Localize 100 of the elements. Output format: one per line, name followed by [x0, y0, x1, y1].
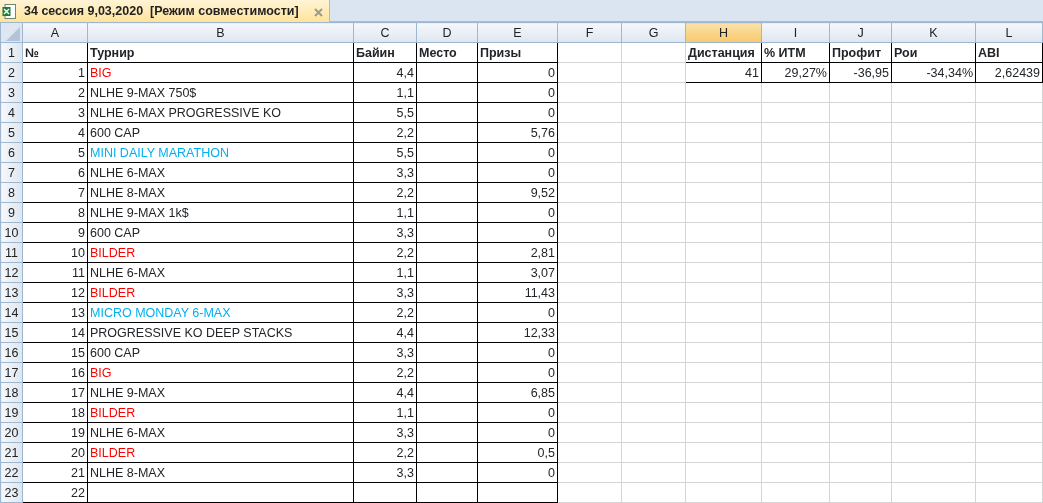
table-cell: 3,07: [477, 262, 558, 283]
row-header[interactable]: 2: [0, 62, 23, 83]
table-cell: 20: [22, 442, 88, 463]
table-cell: 3,3: [353, 282, 417, 303]
table-cell: 0,5: [477, 442, 558, 463]
table-cell: -36,95: [829, 62, 892, 83]
table-cell: 10: [22, 242, 88, 263]
column-header[interactable]: J: [829, 22, 892, 43]
row-header[interactable]: 11: [0, 242, 23, 263]
table-cell: 1,1: [353, 82, 417, 103]
table-cell: 3,3: [353, 222, 417, 243]
table-cell: -34,34%: [891, 62, 976, 83]
table-cell: BILDER: [87, 242, 354, 263]
table-cell: 19: [22, 422, 88, 443]
row-header[interactable]: 1: [0, 42, 23, 63]
row-header[interactable]: 13: [0, 282, 23, 303]
table-cell: Место: [416, 42, 478, 63]
row-header[interactable]: 3: [0, 82, 23, 103]
row-header[interactable]: 7: [0, 162, 23, 183]
column-header[interactable]: G: [621, 22, 686, 43]
table-cell: NLHE 9-MAX 1k$: [87, 202, 354, 223]
row-header[interactable]: 22: [0, 462, 23, 483]
table-cell: 3: [22, 102, 88, 123]
table-cell: NLHE 8-MAX: [87, 182, 354, 203]
table-cell: 12: [22, 282, 88, 303]
table-cell: №: [22, 42, 88, 63]
table-cell: 15: [22, 342, 88, 363]
table-cell: Призы: [477, 42, 558, 63]
row-header[interactable]: 20: [0, 422, 23, 443]
table-cell: ABI: [975, 42, 1043, 63]
table-cell: Рои: [891, 42, 976, 63]
table-cell: NLHE 8-MAX: [87, 462, 354, 483]
table-cell: 17: [22, 382, 88, 403]
column-header[interactable]: F: [557, 22, 622, 43]
table-cell: 4,4: [353, 382, 417, 403]
row-header[interactable]: 4: [0, 102, 23, 123]
column-header[interactable]: I: [761, 22, 830, 43]
table-cell: 29,27%: [761, 62, 830, 83]
table-cell: 1: [22, 62, 88, 83]
table-cell: 3,3: [353, 422, 417, 443]
column-header[interactable]: H: [685, 22, 762, 43]
table-cell: 0: [477, 422, 558, 443]
column-header[interactable]: D: [416, 22, 478, 43]
table-cell: Профит: [829, 42, 892, 63]
row-header[interactable]: 19: [0, 402, 23, 423]
column-header[interactable]: A: [22, 22, 88, 43]
row-header[interactable]: 21: [0, 442, 23, 463]
table-cell: 2,81: [477, 242, 558, 263]
table-cell: PROGRESSIVE KO DEEP STACKS: [87, 322, 354, 343]
column-header[interactable]: K: [891, 22, 976, 43]
row-header[interactable]: 5: [0, 122, 23, 143]
table-cell: 0: [477, 362, 558, 383]
column-header[interactable]: E: [477, 22, 558, 43]
table-cell: Байин: [353, 42, 417, 63]
table-cell: 2,2: [353, 242, 417, 263]
table-cell: NLHE 9-MAX 750$: [87, 82, 354, 103]
table-cell: NLHE 6-MAX: [87, 262, 354, 283]
table-cell: 600 CAP: [87, 222, 354, 243]
table-cell: 0: [477, 462, 558, 483]
row-header[interactable]: 6: [0, 142, 23, 163]
column-header[interactable]: L: [975, 22, 1043, 43]
column-header[interactable]: C: [353, 22, 417, 43]
table-cell: 8: [22, 202, 88, 223]
table-cell: NLHE 6-MAX: [87, 422, 354, 443]
table-cell: 5,5: [353, 102, 417, 123]
table-cell: BIG: [87, 62, 354, 83]
row-header[interactable]: 18: [0, 382, 23, 403]
table-cell: 16: [22, 362, 88, 383]
table-cell: 5,76: [477, 122, 558, 143]
table-cell: 0: [477, 162, 558, 183]
table-cell: BILDER: [87, 442, 354, 463]
table-cell: % ИТМ: [761, 42, 830, 63]
spreadsheet-icon: [2, 3, 16, 19]
table-cell: BILDER: [87, 402, 354, 423]
select-all-icon[interactable]: [6, 26, 20, 41]
table-cell: 3,3: [353, 342, 417, 363]
table-cell: 22: [22, 482, 88, 503]
row-header[interactable]: 8: [0, 182, 23, 203]
table-cell: 1,1: [353, 262, 417, 283]
table-cell: 14: [22, 322, 88, 343]
row-header[interactable]: 14: [0, 302, 23, 323]
table-cell: 41: [685, 62, 762, 83]
table-cell: NLHE 9-MAX: [87, 382, 354, 403]
table-cell: 5,5: [353, 142, 417, 163]
table-cell: MICRO MONDAY 6-MAX: [87, 302, 354, 323]
column-header[interactable]: B: [87, 22, 354, 43]
table-cell: 9: [22, 222, 88, 243]
row-header[interactable]: 16: [0, 342, 23, 363]
row-header[interactable]: 9: [0, 202, 23, 223]
row-header[interactable]: 17: [0, 362, 23, 383]
row-header[interactable]: 12: [0, 262, 23, 283]
table-cell: 1,1: [353, 202, 417, 223]
table-cell: 600 CAP: [87, 342, 354, 363]
table-cell: NLHE 6-MAX PROGRESSIVE KO: [87, 102, 354, 123]
table-cell: 0: [477, 202, 558, 223]
table-cell: 2,2: [353, 302, 417, 323]
row-header[interactable]: 23: [0, 482, 23, 503]
table-cell: 1,1: [353, 402, 417, 423]
row-header[interactable]: 15: [0, 322, 23, 343]
row-header[interactable]: 10: [0, 222, 23, 243]
